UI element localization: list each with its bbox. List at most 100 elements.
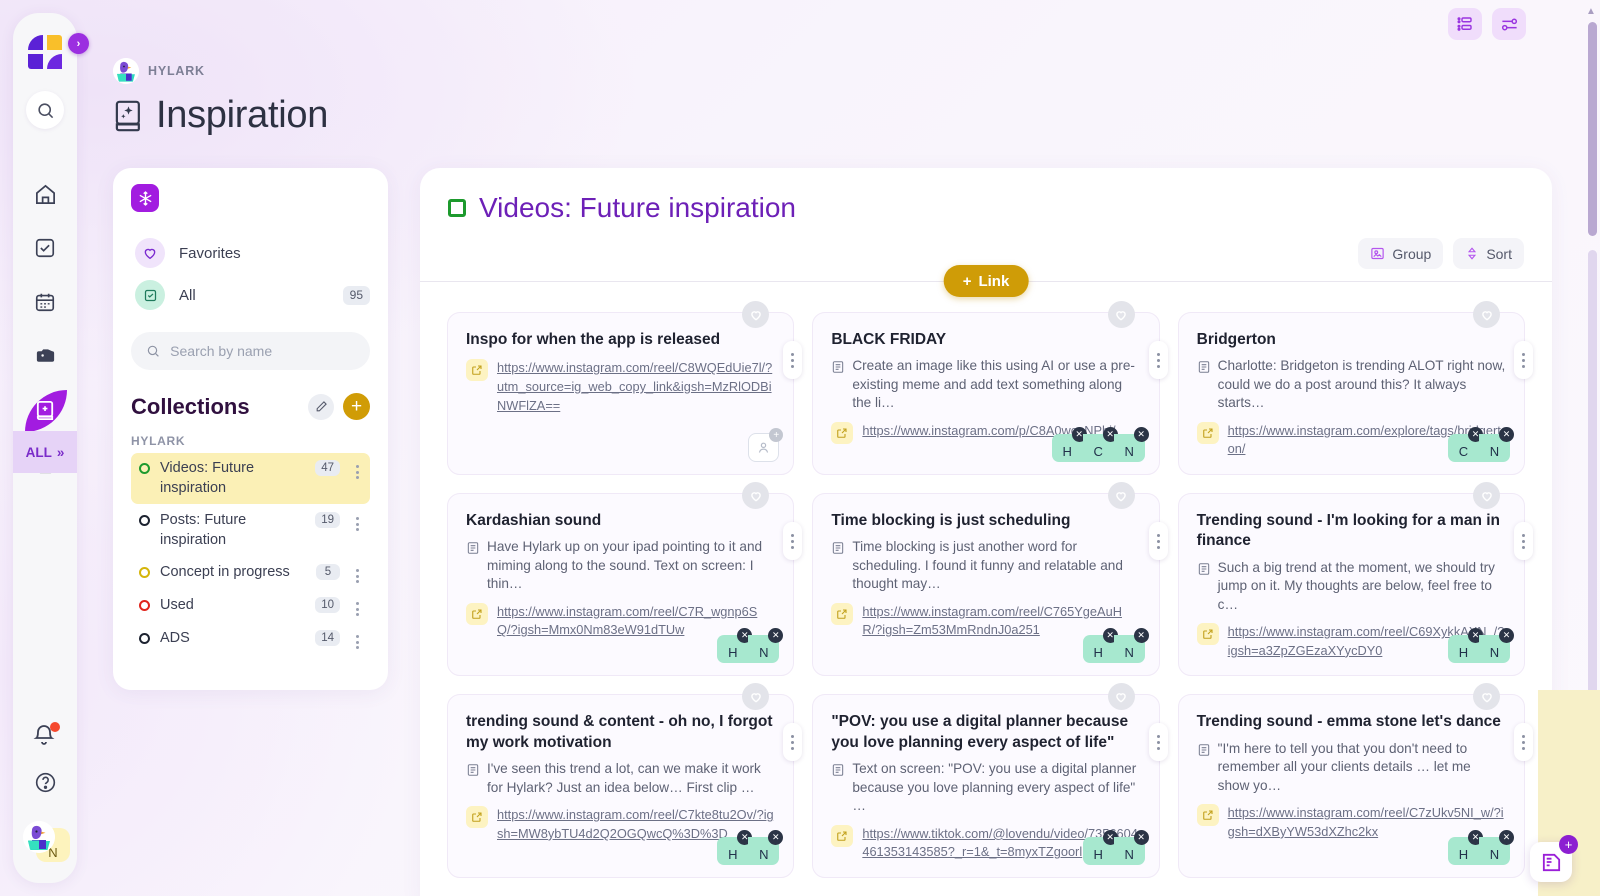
assignee-chip[interactable]: N ✕ [1113,829,1149,865]
sidebar-item-tasks[interactable] [30,233,60,263]
card-url[interactable]: https://www.instagram.com/reel/C765YgeAu… [862,603,1140,640]
assignee-chip[interactable]: N ✕ [1113,628,1149,664]
assignee-chip[interactable]: N ✕ [1113,427,1149,462]
assignee-chip[interactable]: H ✕ [1082,628,1118,664]
remove-assignee-icon[interactable]: ✕ [1499,829,1514,845]
link-card[interactable]: trending sound & content - oh no, I forg… [447,683,803,878]
group-button[interactable]: Group [1358,238,1444,269]
collection-menu-button[interactable] [350,629,364,650]
add-collection-button[interactable]: + [343,393,370,420]
assignee-chip[interactable]: H ✕ [717,829,753,865]
collection-menu-button[interactable] [350,459,364,479]
card-menu-button[interactable] [783,522,803,560]
favorite-toggle-button[interactable] [1473,482,1500,509]
page-scrollbar-thumb[interactable] [1588,22,1597,236]
rail-search-button[interactable] [26,91,64,129]
link-card[interactable]: Kardashian sound Have Hylark up on your i… [447,482,803,677]
collection-row[interactable]: ADS 14 [131,623,370,655]
collection-menu-button[interactable] [350,563,364,584]
link-card[interactable]: Inspo for when the app is released https:… [447,301,803,475]
group-icon [1371,247,1385,260]
card-menu-button[interactable] [783,723,803,762]
sidebar-item-all[interactable]: All 95 [131,274,370,316]
card-description-row: "I'm here to tell you that you don't nee… [1197,740,1506,795]
link-card[interactable]: Trending sound - I'm looking for a man i… [1177,482,1533,677]
link-card[interactable]: "POV: you use a digital planner because … [812,683,1168,878]
panel-app-badge[interactable] [131,184,159,212]
help-button[interactable] [34,771,57,799]
assignee-chip[interactable]: C ✕ [1082,427,1118,462]
notifications-button[interactable] [32,722,60,749]
favorite-toggle-button[interactable] [742,683,770,711]
all-expand-button[interactable]: ALL » [13,431,77,473]
collection-row[interactable]: Used 10 [131,590,370,622]
favorite-toggle-button[interactable] [1107,683,1135,711]
assignee-chip[interactable]: H ✕ [717,628,753,664]
list-view-button[interactable] [1448,8,1482,40]
favorite-toggle-button[interactable] [742,301,770,328]
assignee-chip[interactable]: N ✕ [1479,628,1514,664]
link-card[interactable]: Bridgerton Charlotte: Bridgeton is trendi… [1177,301,1533,475]
card-menu-button[interactable] [1514,723,1533,762]
remove-assignee-icon[interactable]: ✕ [1499,427,1514,442]
assignee-chip[interactable]: N ✕ [748,628,784,664]
scroll-up-arrow[interactable]: ▲ [1585,6,1597,17]
assignee-chip[interactable]: C ✕ [1448,427,1483,462]
remove-assignee-icon[interactable]: ✕ [1133,829,1149,845]
card-menu-button[interactable] [1148,522,1168,560]
link-card[interactable]: Trending sound - emma stone let's dance "… [1177,683,1533,878]
favorite-toggle-button[interactable] [1473,683,1500,711]
favorite-toggle-button[interactable] [742,482,770,509]
card-url[interactable]: https://www.instagram.com/reel/C7R_wgnp6… [497,603,775,640]
sidebar-item-gallery[interactable] [30,341,60,371]
collection-name: Used [160,597,194,614]
collection-row[interactable]: Posts: Future inspiration 19 [131,505,370,556]
assignee-chip[interactable]: H ✕ [1448,829,1483,865]
remove-assignee-icon[interactable]: ✕ [768,829,784,845]
assignee-chip[interactable]: N ✕ [1479,427,1514,462]
note-icon [1198,361,1209,374]
assignee-chip[interactable]: H ✕ [1082,829,1118,865]
edit-collections-button[interactable] [308,393,334,420]
link-card[interactable]: Time blocking is just scheduling Time blo… [812,482,1168,677]
sidebar-item-inspiration[interactable] [25,390,67,432]
search-collections-box[interactable] [131,332,370,370]
link-card[interactable]: BLACK FRIDAY Create an image like this us… [812,301,1168,475]
collection-menu-button[interactable] [350,596,364,617]
assignee-chip[interactable]: H ✕ [1051,427,1087,462]
assignee-chip[interactable]: N ✕ [748,829,784,865]
card-url[interactable]: https://www.instagram.com/reel/C7zUkv5NI… [1228,804,1506,841]
sort-button[interactable]: Sort [1453,238,1524,269]
new-note-button[interactable]: + [1530,835,1578,882]
add-link-button[interactable]: + Link [943,265,1029,297]
favorite-toggle-button[interactable] [1473,301,1500,328]
card-title: "POV: you use a digital planner because … [831,713,1129,751]
expand-sidebar-button[interactable]: › [68,33,89,54]
card-menu-button[interactable] [1148,341,1168,379]
card-menu-button[interactable] [1148,723,1168,762]
collection-menu-button[interactable] [350,511,364,532]
card-url[interactable]: https://www.instagram.com/reel/C8WQEdUie… [497,359,775,415]
remove-assignee-icon[interactable]: ✕ [1133,427,1149,442]
remove-assignee-icon[interactable]: ✕ [1499,628,1514,644]
gallery-icon [36,348,54,362]
favorite-toggle-button[interactable] [1107,482,1135,509]
assignee-chip[interactable]: H ✕ [1448,628,1483,664]
hylark-logo[interactable] [28,35,62,69]
user-avatar-button[interactable]: N [23,821,70,862]
assignee-chip[interactable]: N ✕ [1479,829,1514,865]
card-menu-button[interactable] [783,341,803,379]
assign-person-button[interactable]: + [748,428,784,462]
favorite-toggle-button[interactable] [1107,301,1135,328]
card-menu-button[interactable] [1514,522,1533,560]
search-input[interactable] [170,343,355,359]
sidebar-item-home[interactable] [30,179,60,209]
collection-row[interactable]: Videos: Future inspiration 47 [131,453,370,505]
sidebar-item-favorites[interactable]: Favorites [131,232,370,274]
filter-button[interactable] [1492,8,1526,40]
sidebar-item-calendar[interactable] [30,287,60,317]
remove-assignee-icon[interactable]: ✕ [1133,628,1149,644]
remove-assignee-icon[interactable]: ✕ [768,628,784,644]
collection-row[interactable]: Concept in progress 5 [131,557,370,589]
card-menu-button[interactable] [1514,341,1533,379]
